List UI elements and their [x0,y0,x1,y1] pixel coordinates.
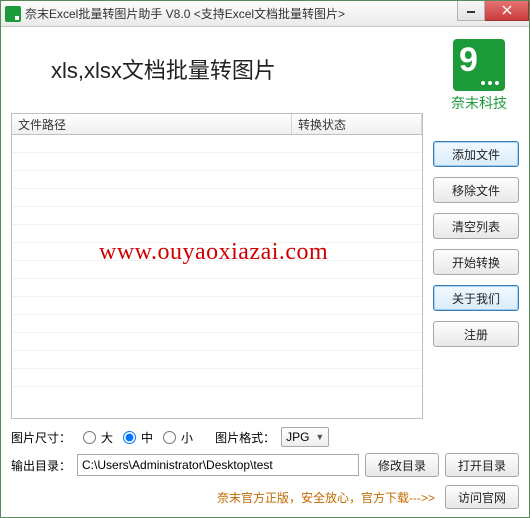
table-header: 文件路径 转换状态 [11,113,423,135]
table-row [12,153,422,171]
table-row [12,171,422,189]
table-row [12,297,422,315]
app-icon [5,6,21,22]
logo-icon: 9 [453,39,505,91]
footer-row: 奈末官方正版，安全放心，官方下载--->> 访问官网 [11,485,519,509]
output-row: 输出目录： C:\Users\Administrator\Desktop\tes… [11,453,519,477]
table-row [12,279,422,297]
close-button[interactable] [485,1,529,21]
size-large-label: 大 [101,429,113,446]
title-bar: 奈末Excel批量转图片助手 V8.0 <支持Excel文档批量转图片> [1,1,529,27]
size-large-radio[interactable] [83,431,96,444]
image-size-label: 图片尺寸： [11,429,71,446]
table-row [12,135,422,153]
table-row [12,207,422,225]
table-row [12,243,422,261]
image-size-group: 大 中 小 [77,429,193,446]
brand-name: 奈末科技 [439,93,519,113]
open-dir-button[interactable]: 打开目录 [445,453,519,477]
image-format-label: 图片格式： [215,429,275,446]
side-button-panel: 添加文件 移除文件 清空列表 开始转换 关于我们 注册 [433,113,519,419]
minimize-button[interactable] [457,1,485,21]
official-notice: 奈末官方正版，安全放心，官方下载--->> [11,489,439,506]
image-format-select[interactable]: JPG ▼ [281,427,329,447]
file-table: 文件路径 转换状态 [11,113,423,419]
app-window: 奈末Excel批量转图片助手 V8.0 <支持Excel文档批量转图片> xls… [0,0,530,518]
minimize-icon [466,5,476,15]
table-row [12,189,422,207]
main-row: 文件路径 转换状态 [11,113,519,419]
visit-site-button[interactable]: 访问官网 [445,485,519,509]
close-icon [501,5,513,15]
size-medium-radio[interactable] [123,431,136,444]
window-body: xls,xlsx文档批量转图片 9 奈末科技 文件路径 转换状态 [1,27,529,517]
register-button[interactable]: 注册 [433,321,519,347]
col-file-path[interactable]: 文件路径 [12,114,292,134]
chevron-down-icon: ▼ [315,432,324,442]
table-row [12,351,422,369]
modify-dir-button[interactable]: 修改目录 [365,453,439,477]
image-options-row: 图片尺寸： 大 中 小 图片格式： JPG ▼ [11,427,519,447]
table-body[interactable] [11,135,423,419]
table-row [12,261,422,279]
output-dir-value: C:\Users\Administrator\Desktop\test [82,458,273,472]
table-row [12,333,422,351]
table-row [12,225,422,243]
brand-logo: 9 奈末科技 [439,35,519,113]
output-dir-label: 输出目录： [11,457,71,474]
add-file-button[interactable]: 添加文件 [433,141,519,167]
image-format-value: JPG [286,430,309,444]
header-row: xls,xlsx文档批量转图片 9 奈末科技 [11,35,519,113]
about-us-button[interactable]: 关于我们 [433,285,519,311]
remove-file-button[interactable]: 移除文件 [433,177,519,203]
size-medium-label: 中 [141,429,153,446]
page-title: xls,xlsx文档批量转图片 [11,35,439,95]
clear-list-button[interactable]: 清空列表 [433,213,519,239]
window-controls [457,1,529,21]
size-small-label: 小 [181,429,193,446]
output-dir-input[interactable]: C:\Users\Administrator\Desktop\test [77,454,359,476]
col-convert-status[interactable]: 转换状态 [292,114,422,134]
table-row [12,315,422,333]
bottom-panel: 图片尺寸： 大 中 小 图片格式： JPG ▼ 输出目录： [11,419,519,509]
start-convert-button[interactable]: 开始转换 [433,249,519,275]
table-row [12,369,422,387]
window-title: 奈末Excel批量转图片助手 V8.0 <支持Excel文档批量转图片> [25,5,453,22]
size-small-radio[interactable] [163,431,176,444]
